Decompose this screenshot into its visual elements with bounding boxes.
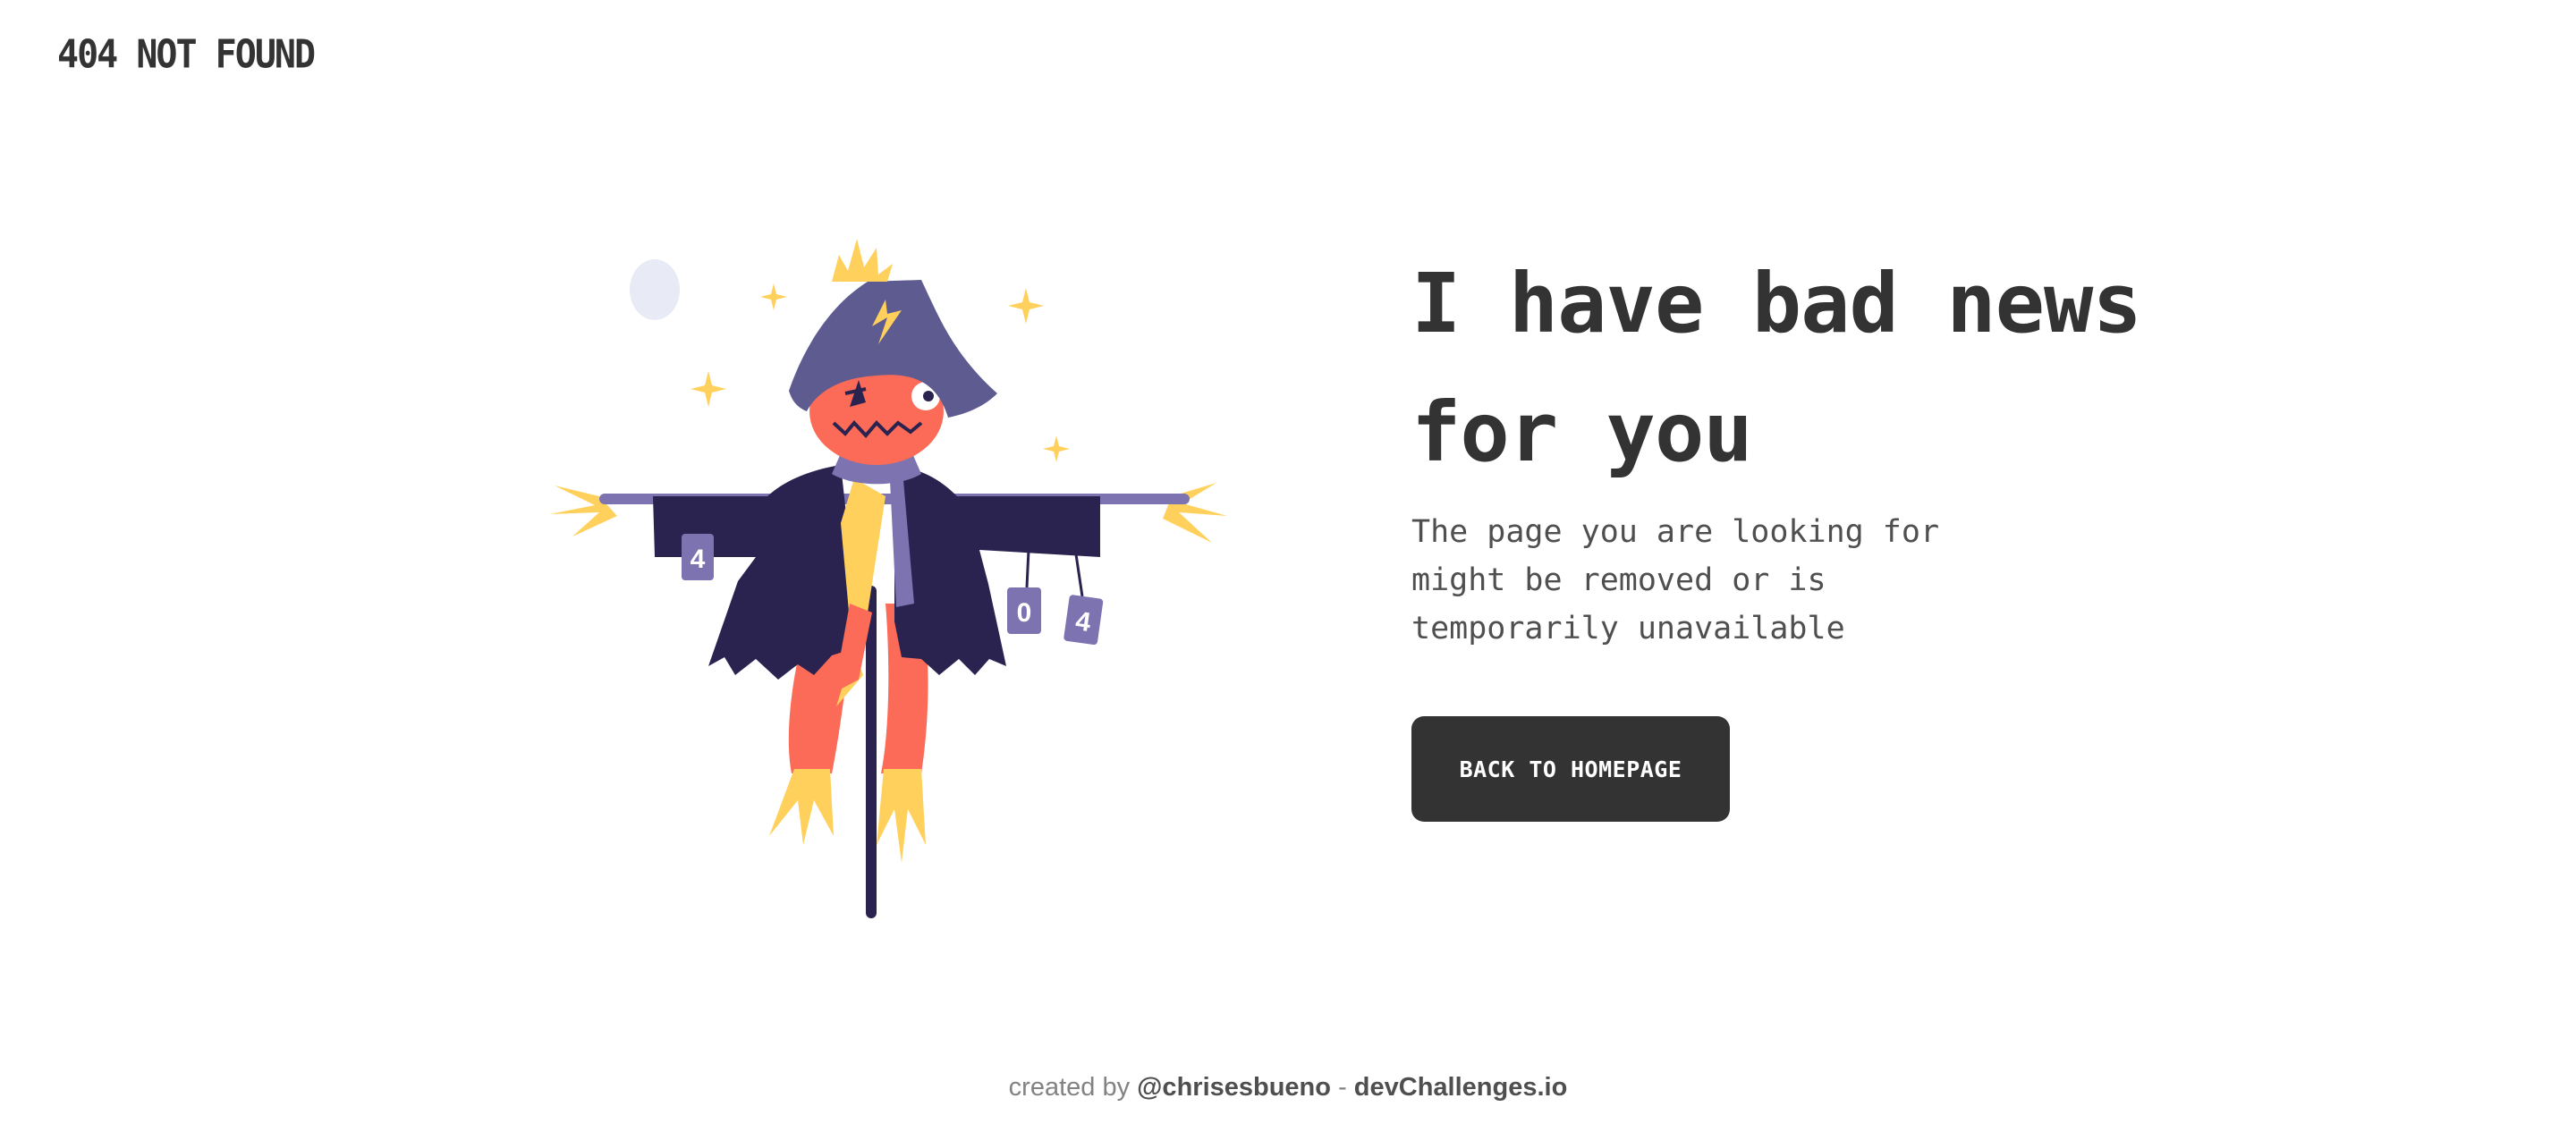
back-to-homepage-button[interactable]: BACK TO HOMEPAGE (1411, 716, 1730, 822)
straw-right (1163, 483, 1227, 543)
straw-foot-right (877, 769, 926, 863)
footer-separator: - (1338, 1073, 1347, 1102)
scarecrow-illustration: 4 0 4 (550, 239, 1227, 918)
footer-created-by: created by (1008, 1073, 1131, 1102)
author-link[interactable]: @chrisesbueno (1137, 1073, 1331, 1102)
svg-text:4: 4 (691, 545, 706, 574)
site-logo-text: 404 NOT FOUND (57, 32, 316, 78)
page-title: I have bad news for you (1411, 256, 2142, 480)
error-content: I have bad news for you The page you are… (1411, 240, 2216, 822)
can-4-right: 4 (1063, 595, 1104, 646)
footer: created by @chrisesbueno - devChallenges… (0, 1073, 2576, 1102)
error-description: The page you are looking for might be re… (1411, 514, 1940, 646)
can-0: 0 (1007, 587, 1041, 634)
straw-left (550, 486, 617, 536)
svg-text:0: 0 (1017, 598, 1032, 628)
devchallenges-link[interactable]: devChallenges.io (1354, 1073, 1568, 1102)
can-4-left: 4 (682, 534, 714, 580)
straw-foot-left (769, 769, 834, 845)
moon-icon (630, 259, 680, 320)
